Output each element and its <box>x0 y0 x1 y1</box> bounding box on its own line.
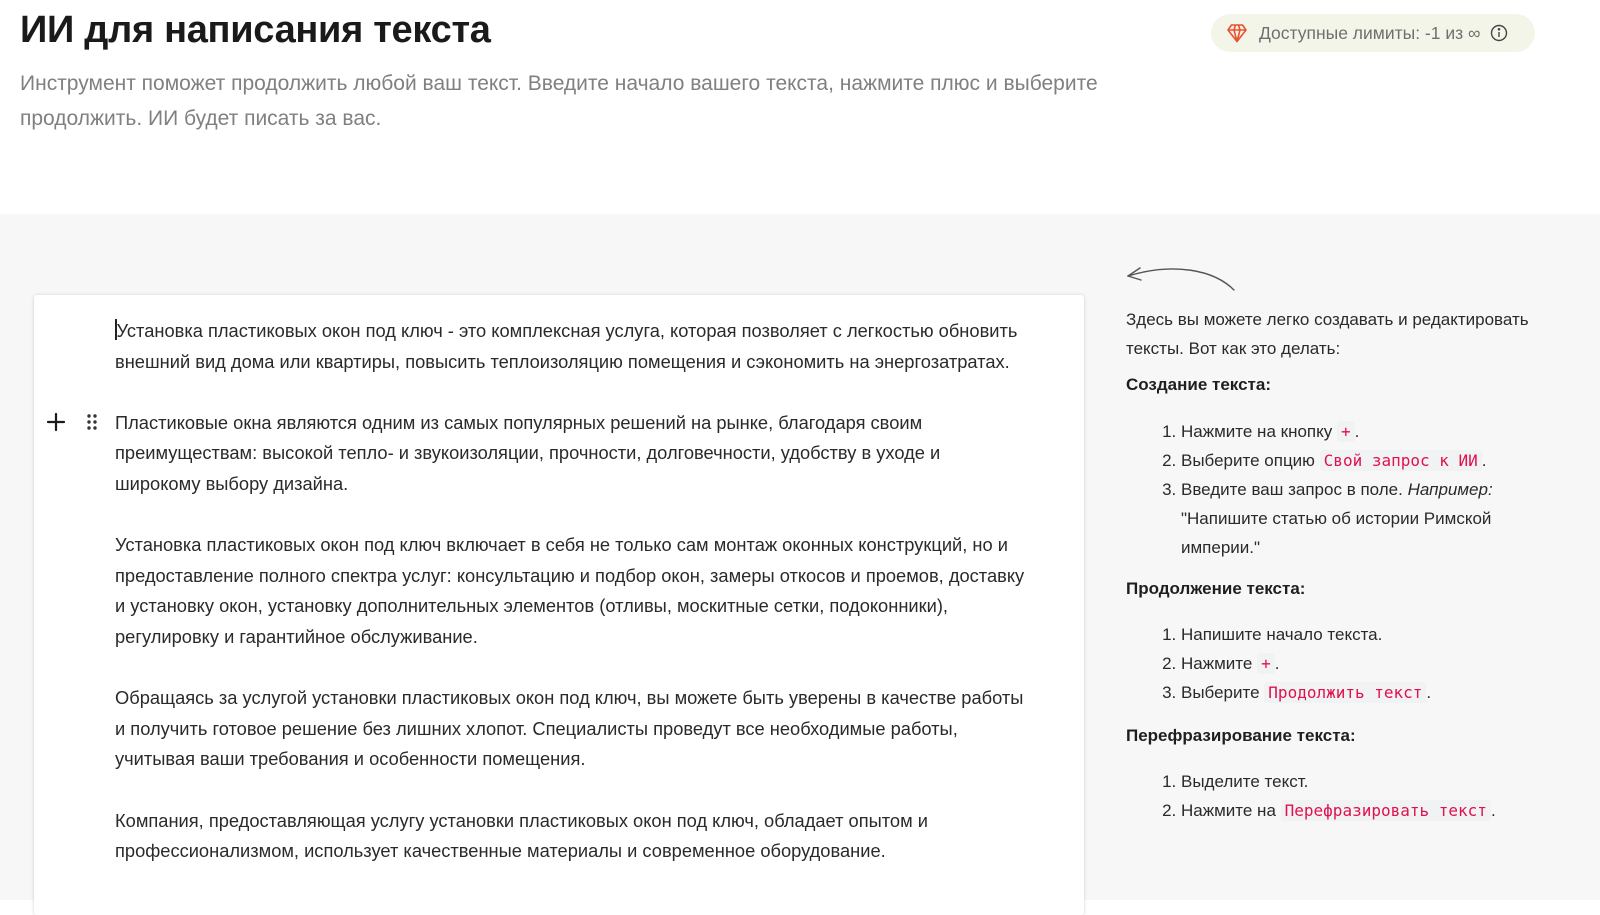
help-heading-continue: Продолжение текста: <box>1126 579 1306 598</box>
editor-paragraph[interactable]: Обращаясь за услугой установки пластиков… <box>115 683 1025 775</box>
code-custom-request: Свой запрос к ИИ <box>1319 450 1482 471</box>
list-item: Выберите опцию Свой запрос к ИИ. <box>1181 446 1566 475</box>
editor-paragraph[interactable]: Компания, предоставляющая услугу установ… <box>115 806 1025 867</box>
gem-icon <box>1225 21 1249 45</box>
limits-label: Доступные лимиты: -1 из ∞ <box>1259 22 1481 43</box>
help-heading-create: Создание текста: <box>1126 375 1271 394</box>
help-list-create: Нажмите на кнопку +. Выберите опцию Свой… <box>1126 417 1566 562</box>
list-item: Нажмите +. <box>1181 649 1431 678</box>
list-item: Напишите начало текста. <box>1181 620 1431 649</box>
help-heading-rephrase: Перефразирование текста: <box>1126 726 1356 745</box>
text-editor[interactable]: Установка пластиковых окон под ключ - эт… <box>34 295 1084 915</box>
list-item: Выделите текст. <box>1181 767 1496 796</box>
curved-arrow-icon <box>1124 264 1239 299</box>
editor-paragraph[interactable]: Пластиковые окна являются одним из самых… <box>115 408 1025 500</box>
list-item: Нажмите на Перефразировать текст. <box>1181 796 1496 825</box>
block-toolbar <box>42 408 104 436</box>
editor-paragraph-text[interactable]: Установка пластиковых окон под ключ - эт… <box>115 320 1017 372</box>
code-continue-text: Продолжить текст <box>1264 682 1427 703</box>
editor-paragraph[interactable]: Установка пластиковых окон под ключ вклю… <box>115 530 1025 652</box>
help-intro: Здесь вы можете легко создавать и редакт… <box>1126 310 1529 358</box>
editor-paragraph[interactable]: Установка пластиковых окон под ключ - эт… <box>115 316 1025 377</box>
code-plus: + <box>1257 653 1275 674</box>
limits-badge: Доступные лимиты: -1 из ∞ <box>1211 14 1535 52</box>
editor-content[interactable]: Установка пластиковых окон под ключ - эт… <box>115 316 1025 897</box>
list-item: Нажмите на кнопку +. <box>1181 417 1566 446</box>
list-item: Введите ваш запрос в поле. Например:"Нап… <box>1181 475 1566 562</box>
help-list-continue: Напишите начало текста. Нажмите +. Выбер… <box>1126 620 1431 707</box>
code-plus: + <box>1336 421 1355 442</box>
page-title: ИИ для написания текста <box>20 9 491 51</box>
list-item: Выберите Продолжить текст. <box>1181 678 1431 707</box>
drag-handle-icon[interactable] <box>80 408 104 436</box>
info-icon[interactable] <box>1490 24 1508 42</box>
help-list-rephrase: Выделите текст. Нажмите на Перефразирова… <box>1126 767 1496 825</box>
page-subtitle: Инструмент поможет продолжить любой ваш … <box>20 72 1098 130</box>
code-rephrase-text: Перефразировать текст <box>1280 800 1491 821</box>
page-header: ИИ для написания текста Инструмент помож… <box>0 0 1600 214</box>
plus-icon[interactable] <box>42 408 70 436</box>
